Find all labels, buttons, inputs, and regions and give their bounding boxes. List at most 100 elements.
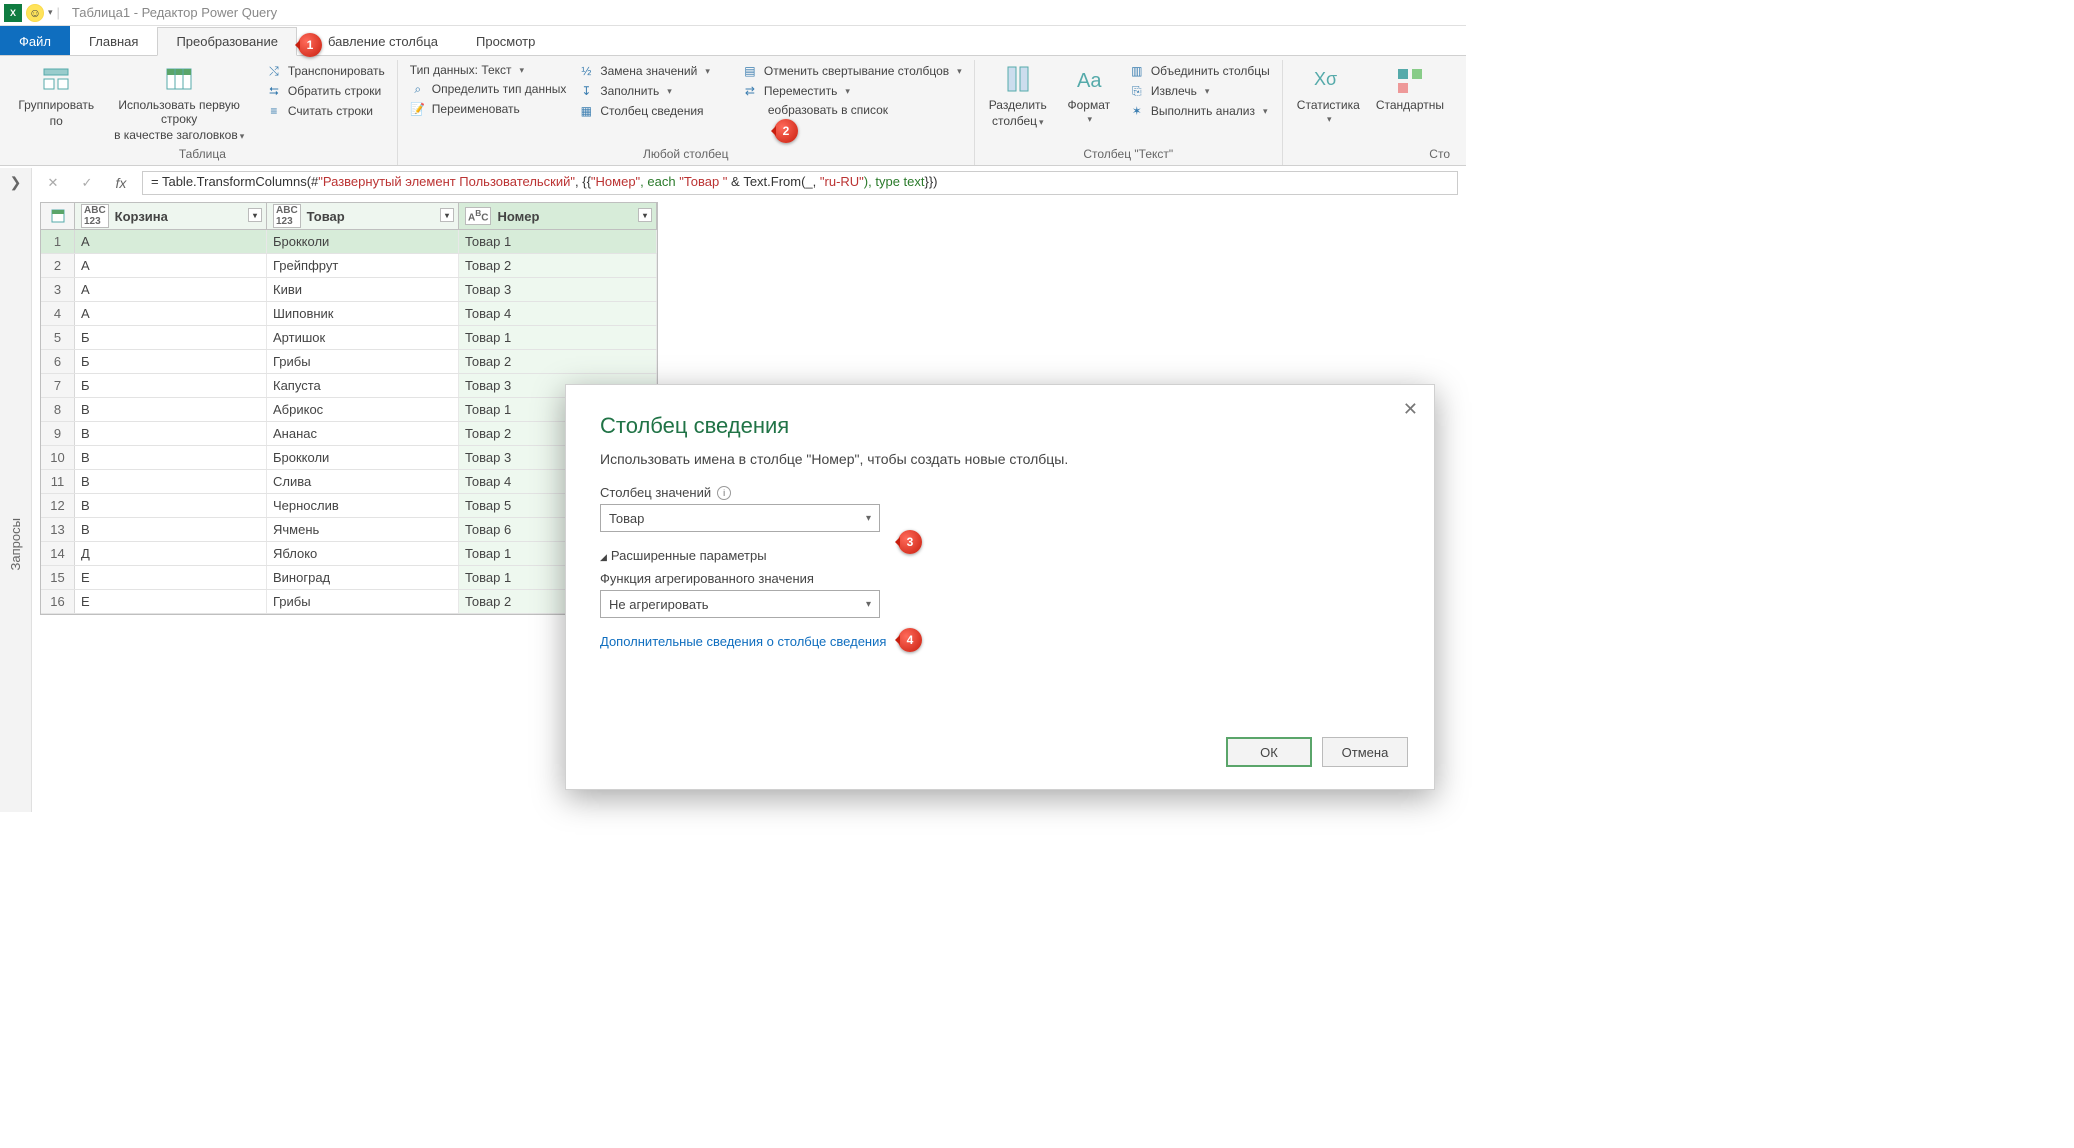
row-number[interactable]: 11 xyxy=(41,470,75,493)
tab-file[interactable]: Файл xyxy=(0,26,70,55)
cell[interactable]: Товар 3 xyxy=(459,278,657,301)
cell[interactable]: Яблоко xyxy=(267,542,459,565)
cell[interactable]: Е xyxy=(75,590,267,613)
standard-button[interactable]: Стандартны xyxy=(1370,60,1450,145)
cell[interactable]: А xyxy=(75,230,267,253)
cell[interactable]: Чернослив xyxy=(267,494,459,517)
cell[interactable]: А xyxy=(75,302,267,325)
cell[interactable]: Абрикос xyxy=(267,398,459,421)
row-number[interactable]: 1 xyxy=(41,230,75,253)
column-header-nomer[interactable]: ABCНомер▾ xyxy=(459,203,657,229)
cell[interactable]: Брокколи xyxy=(267,446,459,469)
table-row[interactable]: 2АГрейпфрутТовар 2 xyxy=(41,254,657,278)
cell[interactable]: В xyxy=(75,446,267,469)
cell[interactable]: Б xyxy=(75,350,267,373)
queries-pane-collapsed[interactable]: ❯ xyxy=(0,168,32,812)
table-row[interactable]: 4АШиповникТовар 4 xyxy=(41,302,657,326)
rename-button[interactable]: 📝Переименовать xyxy=(406,100,571,118)
table-row[interactable]: 5БАртишокТовар 1 xyxy=(41,326,657,350)
cell[interactable]: А xyxy=(75,278,267,301)
chevron-right-icon[interactable]: ❯ xyxy=(10,174,22,191)
reverse-rows-button[interactable]: ⮀Обратить строки xyxy=(262,82,389,100)
row-number[interactable]: 5 xyxy=(41,326,75,349)
cell[interactable]: В xyxy=(75,422,267,445)
cell[interactable]: Грибы xyxy=(267,350,459,373)
unpivot-button[interactable]: ▤Отменить свертывание столбцов▾ xyxy=(738,62,966,80)
cell[interactable]: Товар 2 xyxy=(459,350,657,373)
ok-button[interactable]: ОК xyxy=(1226,737,1312,767)
cell[interactable]: Товар 1 xyxy=(459,230,657,253)
data-type-button[interactable]: Тип данных: Текст▾ xyxy=(406,62,571,78)
column-header-korzina[interactable]: ABC123Корзина▾ xyxy=(75,203,267,229)
cell[interactable]: Е xyxy=(75,566,267,589)
pivot-column-button[interactable]: ▦Столбец сведения xyxy=(574,102,714,120)
use-headers-button[interactable]: Использовать первую строку в качестве за… xyxy=(100,60,257,145)
table-row[interactable]: 3АКивиТовар 3 xyxy=(41,278,657,302)
split-column-button[interactable]: Разделить столбец▾ xyxy=(983,60,1053,145)
count-rows-button[interactable]: ≡Считать строки xyxy=(262,102,389,120)
cell[interactable]: Товар 1 xyxy=(459,326,657,349)
cell[interactable]: В xyxy=(75,398,267,421)
cell[interactable]: Капуста xyxy=(267,374,459,397)
cell[interactable]: Брокколи xyxy=(267,230,459,253)
filter-icon[interactable]: ▾ xyxy=(248,208,262,222)
row-number[interactable]: 13 xyxy=(41,518,75,541)
cell[interactable]: Грейпфрут xyxy=(267,254,459,277)
format-button[interactable]: Aa Формат ▾ xyxy=(1057,60,1121,145)
detect-type-button[interactable]: ⌕Определить тип данных xyxy=(406,80,571,98)
fx-icon[interactable]: fx xyxy=(108,171,134,195)
cell[interactable]: Слива xyxy=(267,470,459,493)
cancel-formula-icon[interactable]: ✕ xyxy=(40,171,66,195)
cell[interactable]: Ячмень xyxy=(267,518,459,541)
filter-icon[interactable]: ▾ xyxy=(638,208,652,222)
row-number[interactable]: 15 xyxy=(41,566,75,589)
row-number[interactable]: 10 xyxy=(41,446,75,469)
row-number[interactable]: 12 xyxy=(41,494,75,517)
qat-dropdown-icon[interactable]: ▾ xyxy=(48,7,53,18)
table-row[interactable]: 6БГрибыТовар 2 xyxy=(41,350,657,374)
cell[interactable]: В xyxy=(75,470,267,493)
row-number[interactable]: 6 xyxy=(41,350,75,373)
row-number[interactable]: 8 xyxy=(41,398,75,421)
replace-values-button[interactable]: ½Замена значений▾ xyxy=(574,62,714,80)
move-button[interactable]: ⇄Переместить▾ xyxy=(738,82,966,100)
group-by-button[interactable]: Группировать по xyxy=(16,60,96,145)
cell[interactable]: А xyxy=(75,254,267,277)
cell[interactable]: Товар 2 xyxy=(459,254,657,277)
row-number[interactable]: 4 xyxy=(41,302,75,325)
to-list-button[interactable]: еобразовать в список xyxy=(738,102,966,118)
cancel-button[interactable]: Отмена xyxy=(1322,737,1408,767)
tab-home[interactable]: Главная xyxy=(70,26,157,55)
fill-button[interactable]: ↧Заполнить▾ xyxy=(574,82,714,100)
column-header-tovar[interactable]: ABC123Товар▾ xyxy=(267,203,459,229)
statistics-button[interactable]: Xσ Статистика ▾ xyxy=(1291,60,1366,145)
cell[interactable]: Грибы xyxy=(267,590,459,613)
row-number[interactable]: 3 xyxy=(41,278,75,301)
cell[interactable]: Шиповник xyxy=(267,302,459,325)
tab-transform[interactable]: Преобразование xyxy=(157,27,297,56)
cell[interactable]: В xyxy=(75,518,267,541)
close-icon[interactable]: ✕ xyxy=(1403,399,1418,420)
tab-view[interactable]: Просмотр xyxy=(457,26,554,55)
merge-columns-button[interactable]: ▥Объединить столбцы xyxy=(1125,62,1274,80)
row-number[interactable]: 7 xyxy=(41,374,75,397)
learn-more-link[interactable]: Дополнительные сведения о столбце сведен… xyxy=(600,634,1400,649)
cell[interactable]: Б xyxy=(75,326,267,349)
grid-corner[interactable] xyxy=(41,203,75,229)
cell[interactable]: Артишок xyxy=(267,326,459,349)
info-icon[interactable]: i xyxy=(717,486,731,500)
row-number[interactable]: 14 xyxy=(41,542,75,565)
extract-button[interactable]: ⎘Извлечь▾ xyxy=(1125,82,1274,100)
cell[interactable]: Товар 4 xyxy=(459,302,657,325)
cell[interactable]: Киви xyxy=(267,278,459,301)
transpose-button[interactable]: ⤭Транспонировать xyxy=(262,62,389,80)
cell[interactable]: В xyxy=(75,494,267,517)
row-number[interactable]: 2 xyxy=(41,254,75,277)
row-number[interactable]: 16 xyxy=(41,590,75,613)
cell[interactable]: Д xyxy=(75,542,267,565)
cell[interactable]: Ананас xyxy=(267,422,459,445)
advanced-options-toggle[interactable]: Расширенные параметры xyxy=(600,548,1400,563)
values-column-select[interactable]: Товар▾ xyxy=(600,504,880,532)
aggregate-function-select[interactable]: Не агрегировать▾ xyxy=(600,590,880,618)
row-number[interactable]: 9 xyxy=(41,422,75,445)
